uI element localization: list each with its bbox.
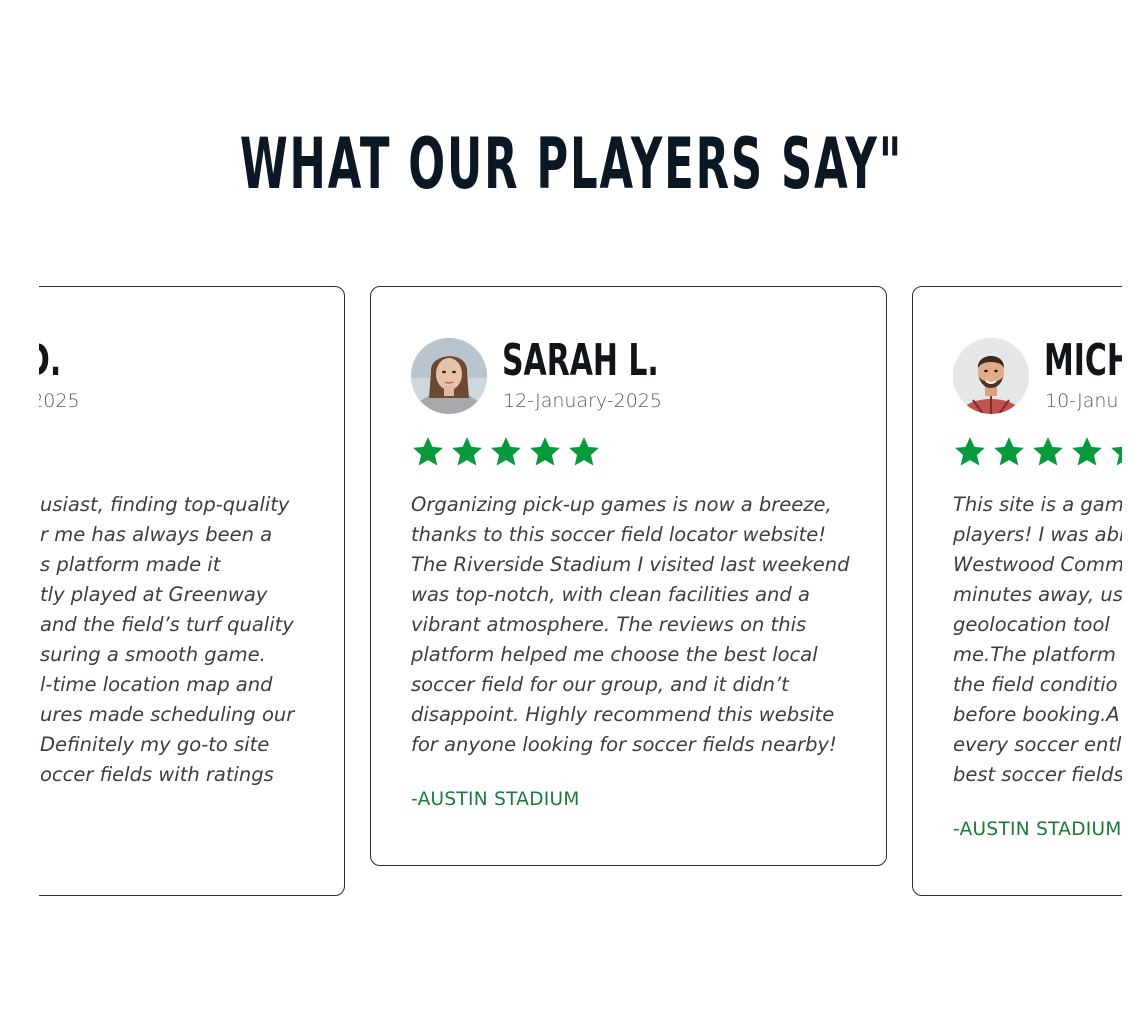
testimonial-carousel[interactable]: D. ary-2025 usiast, finding top-quality …	[39, 260, 1122, 940]
star-icon	[1031, 435, 1065, 469]
star-icon	[567, 435, 601, 469]
review-text: This site is a gam players! I was abl We…	[953, 493, 1122, 786]
review-date: ary-2025	[39, 390, 80, 412]
section-title: WHAT OUR PLAYERS SAY"	[239, 123, 904, 205]
star-icon	[1070, 435, 1104, 469]
rating-stars	[411, 435, 601, 469]
avatar	[411, 338, 487, 414]
reviewer-name: D.	[39, 335, 62, 386]
stadium-link[interactable]: -AUSTIN STADIUM	[411, 788, 580, 812]
star-icon	[953, 435, 987, 469]
man-portrait-icon	[953, 338, 1029, 414]
rating-stars	[953, 435, 1122, 469]
woman-portrait-icon	[411, 338, 487, 414]
testimonial-card: D. ary-2025 usiast, finding top-quality …	[39, 286, 345, 896]
star-icon	[411, 435, 445, 469]
star-icon	[992, 435, 1026, 469]
review-date: 10-Janu	[1045, 390, 1119, 412]
avatar	[953, 338, 1029, 414]
stadium-link[interactable]: -AUSTIN STADIUM	[953, 818, 1122, 842]
review-text: Organizing pick-up games is now a breeze…	[411, 493, 850, 756]
reviewer-name: SARAH L.	[502, 335, 659, 386]
star-icon	[450, 435, 484, 469]
testimonial-card: MICH 10-Janu This site is a gam players!…	[912, 286, 1122, 896]
star-icon	[1109, 435, 1122, 469]
review-date: 12-January-2025	[503, 390, 662, 412]
reviewer-name: MICH	[1044, 335, 1122, 386]
star-icon	[489, 435, 523, 469]
testimonial-card: SARAH L. 12-January-2025 Organizing pick…	[370, 286, 887, 866]
star-icon	[528, 435, 562, 469]
